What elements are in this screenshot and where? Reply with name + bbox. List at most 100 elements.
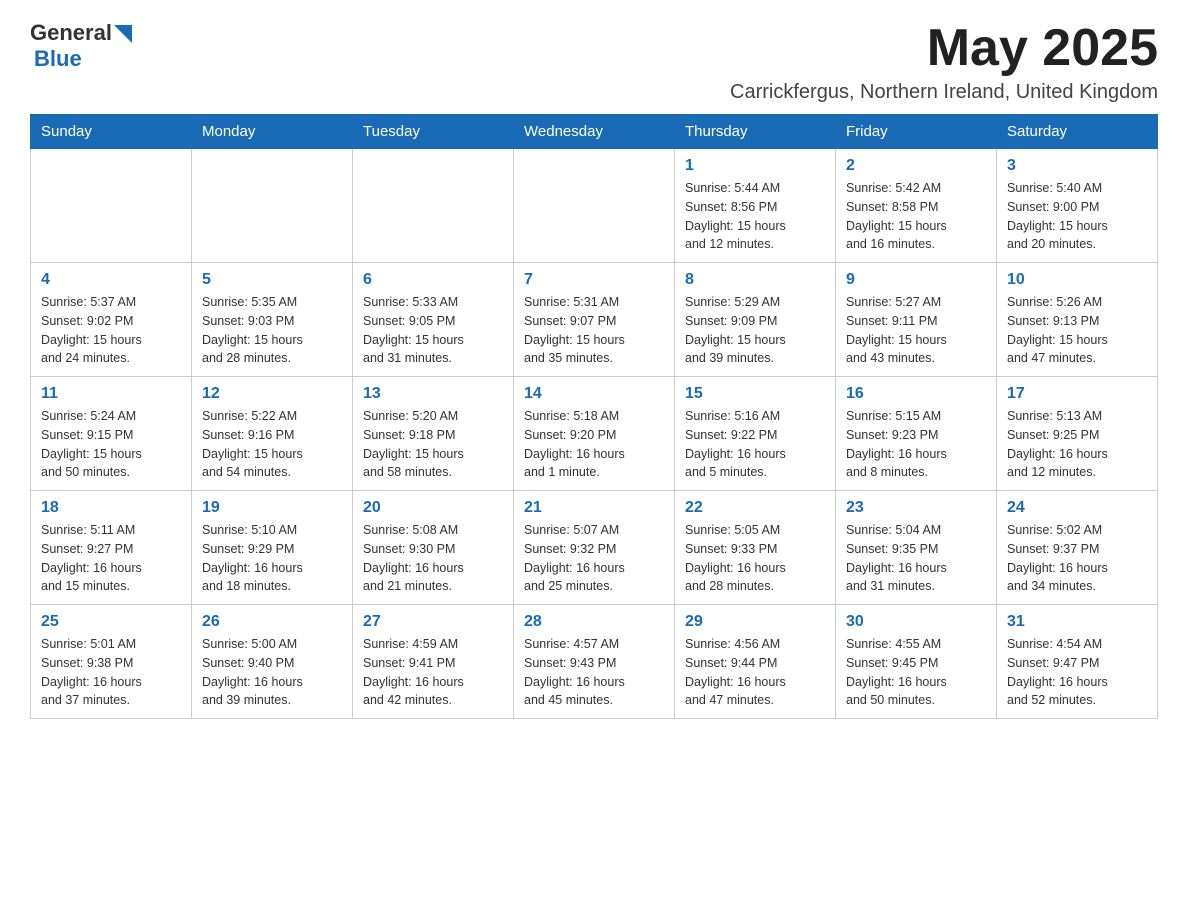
calendar-day-cell (192, 149, 353, 263)
calendar-day-cell: 22 Sunrise: 5:05 AM Sunset: 9:33 PM Dayli… (675, 491, 836, 605)
day-number: 28 (524, 613, 664, 631)
day-number: 7 (524, 271, 664, 289)
calendar-day-cell: 24 Sunrise: 5:02 AM Sunset: 9:37 PM Dayli… (997, 491, 1158, 605)
calendar-day-cell: 8 Sunrise: 5:29 AM Sunset: 9:09 PM Daylig… (675, 263, 836, 377)
calendar-day-cell: 18Sunrise: 5:11 AM Sunset: 9:27 PM Dayli… (31, 491, 192, 605)
day-info: Sunrise: 5:07 AM Sunset: 9:32 PM Dayligh… (524, 521, 664, 596)
day-number: 6 (363, 271, 503, 289)
day-info: Sunrise: 5:42 AM Sunset: 8:58 PM Dayligh… (846, 179, 986, 254)
logo-blue-text: Blue (30, 46, 82, 71)
calendar-day-cell: 5 Sunrise: 5:35 AM Sunset: 9:03 PM Daylig… (192, 263, 353, 377)
day-number: 2 (846, 157, 986, 175)
calendar-header-row: SundayMondayTuesdayWednesdayThursdayFrid… (31, 115, 1158, 149)
calendar-day-cell: 4 Sunrise: 5:37 AM Sunset: 9:02 PM Daylig… (31, 263, 192, 377)
day-number: 15 (685, 385, 825, 403)
day-info: Sunrise: 5:05 AM Sunset: 9:33 PM Dayligh… (685, 521, 825, 596)
calendar-day-cell (514, 149, 675, 263)
calendar-day-cell: 3Sunrise: 5:40 AM Sunset: 9:00 PM Daylig… (997, 149, 1158, 263)
day-number: 19 (202, 499, 342, 517)
day-info: Sunrise: 5:10 AM Sunset: 9:29 PM Dayligh… (202, 521, 342, 596)
calendar-day-cell: 13Sunrise: 5:20 AM Sunset: 9:18 PM Dayli… (353, 377, 514, 491)
calendar-week-row: 25 Sunrise: 5:01 AM Sunset: 9:38 PM Dayli… (31, 605, 1158, 719)
calendar-day-cell (353, 149, 514, 263)
day-number: 18 (41, 499, 181, 517)
day-info: Sunrise: 5:35 AM Sunset: 9:03 PM Dayligh… (202, 293, 342, 368)
day-info: Sunrise: 4:57 AM Sunset: 9:43 PM Dayligh… (524, 635, 664, 710)
day-info: Sunrise: 5:24 AM Sunset: 9:15 PM Dayligh… (41, 407, 181, 482)
day-info: Sunrise: 5:33 AM Sunset: 9:05 PM Dayligh… (363, 293, 503, 368)
day-info: Sunrise: 5:18 AM Sunset: 9:20 PM Dayligh… (524, 407, 664, 482)
day-info: Sunrise: 5:16 AM Sunset: 9:22 PM Dayligh… (685, 407, 825, 482)
day-info: Sunrise: 5:31 AM Sunset: 9:07 PM Dayligh… (524, 293, 664, 368)
day-of-week-header: Friday (836, 115, 997, 149)
day-number: 10 (1007, 271, 1147, 289)
day-of-week-header: Thursday (675, 115, 836, 149)
day-info: Sunrise: 5:37 AM Sunset: 9:02 PM Dayligh… (41, 293, 181, 368)
logo: General Blue (30, 20, 132, 72)
calendar-day-cell: 2 Sunrise: 5:42 AM Sunset: 8:58 PM Daylig… (836, 149, 997, 263)
day-number: 27 (363, 613, 503, 631)
day-info: Sunrise: 5:04 AM Sunset: 9:35 PM Dayligh… (846, 521, 986, 596)
calendar-day-cell: 10 Sunrise: 5:26 AM Sunset: 9:13 PM Dayli… (997, 263, 1158, 377)
calendar-day-cell: 12Sunrise: 5:22 AM Sunset: 9:16 PM Dayli… (192, 377, 353, 491)
calendar-day-cell: 16Sunrise: 5:15 AM Sunset: 9:23 PM Dayli… (836, 377, 997, 491)
calendar-week-row: 18Sunrise: 5:11 AM Sunset: 9:27 PM Dayli… (31, 491, 1158, 605)
day-number: 30 (846, 613, 986, 631)
calendar-week-row: 4 Sunrise: 5:37 AM Sunset: 9:02 PM Daylig… (31, 263, 1158, 377)
calendar-day-cell: 25 Sunrise: 5:01 AM Sunset: 9:38 PM Dayli… (31, 605, 192, 719)
day-number: 16 (846, 385, 986, 403)
day-info: Sunrise: 5:44 AM Sunset: 8:56 PM Dayligh… (685, 179, 825, 254)
month-title: May 2025 (730, 20, 1158, 77)
calendar-day-cell: 30 Sunrise: 4:55 AM Sunset: 9:45 PM Dayli… (836, 605, 997, 719)
calendar-day-cell: 26 Sunrise: 5:00 AM Sunset: 9:40 PM Dayli… (192, 605, 353, 719)
day-number: 8 (685, 271, 825, 289)
day-info: Sunrise: 5:29 AM Sunset: 9:09 PM Dayligh… (685, 293, 825, 368)
calendar-day-cell: 19 Sunrise: 5:10 AM Sunset: 9:29 PM Dayli… (192, 491, 353, 605)
calendar-day-cell: 7 Sunrise: 5:31 AM Sunset: 9:07 PM Daylig… (514, 263, 675, 377)
day-number: 26 (202, 613, 342, 631)
day-number: 17 (1007, 385, 1147, 403)
day-info: Sunrise: 5:20 AM Sunset: 9:18 PM Dayligh… (363, 407, 503, 482)
day-number: 12 (202, 385, 342, 403)
title-area: May 2025 Carrickfergus, Northern Ireland… (730, 20, 1158, 104)
day-number: 1 (685, 157, 825, 175)
day-info: Sunrise: 5:08 AM Sunset: 9:30 PM Dayligh… (363, 521, 503, 596)
day-number: 3 (1007, 157, 1147, 175)
day-number: 20 (363, 499, 503, 517)
calendar-day-cell: 11 Sunrise: 5:24 AM Sunset: 9:15 PM Dayli… (31, 377, 192, 491)
day-number: 23 (846, 499, 986, 517)
day-of-week-header: Saturday (997, 115, 1158, 149)
day-info: Sunrise: 5:13 AM Sunset: 9:25 PM Dayligh… (1007, 407, 1147, 482)
day-number: 4 (41, 271, 181, 289)
day-number: 22 (685, 499, 825, 517)
day-number: 5 (202, 271, 342, 289)
location-title: Carrickfergus, Northern Ireland, United … (730, 81, 1158, 104)
day-number: 9 (846, 271, 986, 289)
day-info: Sunrise: 4:56 AM Sunset: 9:44 PM Dayligh… (685, 635, 825, 710)
day-number: 11 (41, 385, 181, 403)
calendar-day-cell: 29Sunrise: 4:56 AM Sunset: 9:44 PM Dayli… (675, 605, 836, 719)
calendar-day-cell (31, 149, 192, 263)
day-of-week-header: Monday (192, 115, 353, 149)
calendar-day-cell: 31Sunrise: 4:54 AM Sunset: 9:47 PM Dayli… (997, 605, 1158, 719)
day-info: Sunrise: 4:59 AM Sunset: 9:41 PM Dayligh… (363, 635, 503, 710)
calendar-week-row: 11 Sunrise: 5:24 AM Sunset: 9:15 PM Dayli… (31, 377, 1158, 491)
calendar-day-cell: 1 Sunrise: 5:44 AM Sunset: 8:56 PM Daylig… (675, 149, 836, 263)
calendar-day-cell: 21Sunrise: 5:07 AM Sunset: 9:32 PM Dayli… (514, 491, 675, 605)
calendar-day-cell: 28 Sunrise: 4:57 AM Sunset: 9:43 PM Dayli… (514, 605, 675, 719)
day-info: Sunrise: 5:02 AM Sunset: 9:37 PM Dayligh… (1007, 521, 1147, 596)
day-number: 24 (1007, 499, 1147, 517)
day-number: 31 (1007, 613, 1147, 631)
page-header: General Blue May 2025 Carrickfergus, Nor… (30, 20, 1158, 104)
calendar-day-cell: 27 Sunrise: 4:59 AM Sunset: 9:41 PM Dayli… (353, 605, 514, 719)
day-info: Sunrise: 4:55 AM Sunset: 9:45 PM Dayligh… (846, 635, 986, 710)
logo-general-text: General (30, 20, 112, 46)
day-info: Sunrise: 5:27 AM Sunset: 9:11 PM Dayligh… (846, 293, 986, 368)
day-of-week-header: Sunday (31, 115, 192, 149)
day-info: Sunrise: 5:00 AM Sunset: 9:40 PM Dayligh… (202, 635, 342, 710)
calendar-day-cell: 6 Sunrise: 5:33 AM Sunset: 9:05 PM Daylig… (353, 263, 514, 377)
day-info: Sunrise: 5:01 AM Sunset: 9:38 PM Dayligh… (41, 635, 181, 710)
calendar-day-cell: 9 Sunrise: 5:27 AM Sunset: 9:11 PM Daylig… (836, 263, 997, 377)
day-info: Sunrise: 5:26 AM Sunset: 9:13 PM Dayligh… (1007, 293, 1147, 368)
day-number: 25 (41, 613, 181, 631)
